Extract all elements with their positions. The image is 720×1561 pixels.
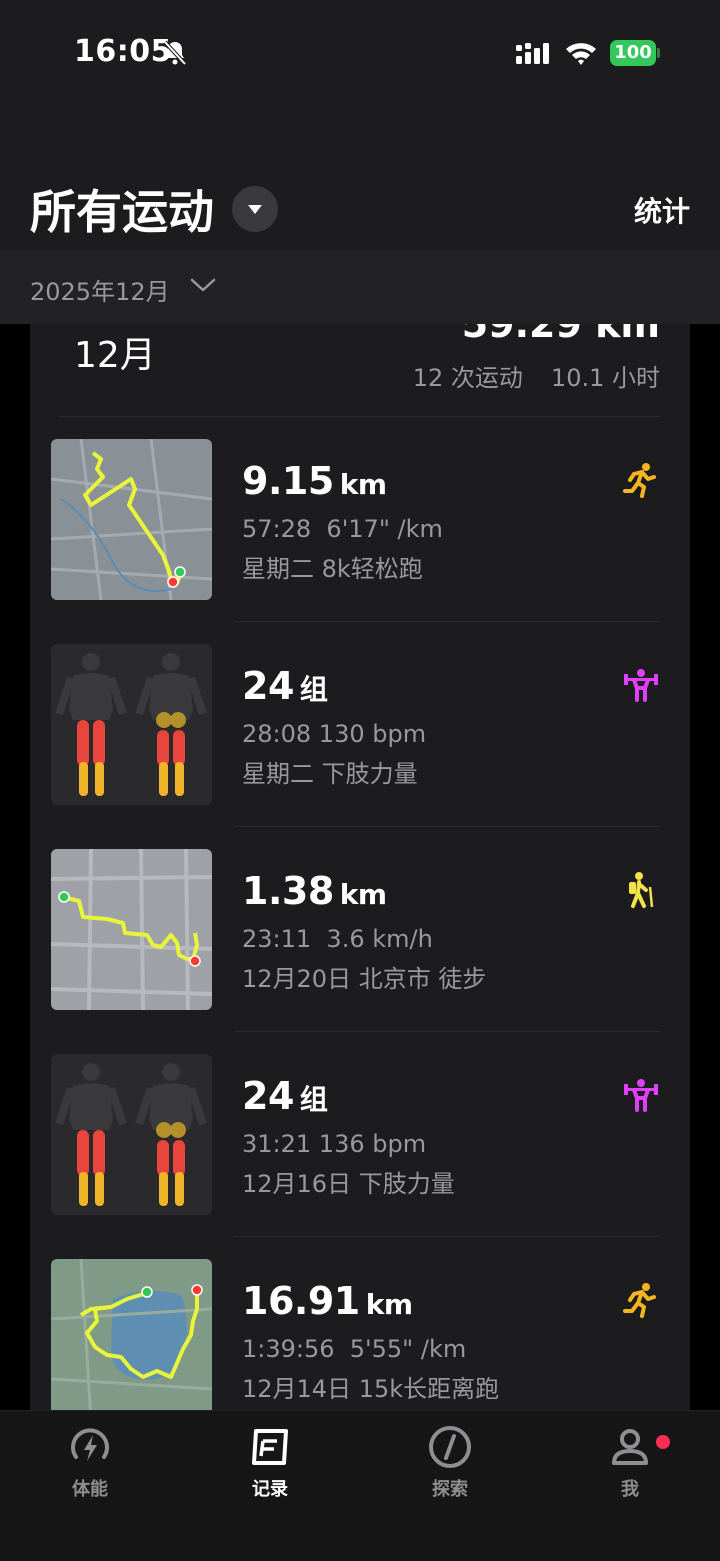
activity-description: 12月16日 下肢力量 xyxy=(242,1170,455,1198)
activity-unit: km xyxy=(365,1288,413,1321)
cellular-signal-icon xyxy=(516,43,549,64)
tab-profile[interactable]: 我 xyxy=(540,1411,720,1531)
activity-value: 24 xyxy=(242,664,294,708)
hiking-icon xyxy=(629,872,654,908)
summary-distance: 59.29 km xyxy=(461,324,660,346)
activity-value: 24 xyxy=(242,1074,294,1118)
bell-muted-icon xyxy=(163,40,187,66)
activity-unit: km xyxy=(339,878,387,911)
activity-description: 星期二 8k轻松跑 xyxy=(242,555,423,583)
summary-hours: 10.1 小时 xyxy=(550,364,660,392)
notification-badge xyxy=(656,1435,670,1449)
tab-label: 探索 xyxy=(432,1479,468,1500)
profile-icon xyxy=(612,1429,648,1465)
activity-main-value: 16.91 km xyxy=(242,1279,413,1323)
activity-main-value: 24 组 xyxy=(242,664,328,708)
tab-fitness[interactable]: 体能 xyxy=(0,1411,180,1531)
fitness-icon xyxy=(71,1428,109,1461)
summary-count: 12 次运动 xyxy=(412,364,523,392)
activity-value: 9.15 xyxy=(242,459,334,503)
activity-value: 1.38 xyxy=(242,869,334,913)
activity-row[interactable]: 1.38 km 23:11 3.6 km/h 12月20日 北京市 徒步 xyxy=(30,827,690,1032)
route-map-thumbnail xyxy=(51,439,212,600)
activity-detail: 23:11 3.6 km/h xyxy=(242,925,433,953)
activity-detail: 28:08 130 bpm xyxy=(242,720,427,748)
sport-filter-dropdown-button[interactable] xyxy=(232,186,278,232)
page-title[interactable]: 所有运动 xyxy=(30,176,214,242)
tab-label: 记录 xyxy=(252,1479,288,1500)
activity-main-value: 24 组 xyxy=(242,1074,328,1118)
battery-level: 100 xyxy=(610,40,656,66)
month-selector-label[interactable]: 2025年12月 xyxy=(30,272,170,307)
activity-unit: 组 xyxy=(299,1083,328,1116)
muscle-map-thumbnail xyxy=(51,644,212,805)
tab-records[interactable]: 记录 xyxy=(180,1411,360,1531)
activity-main-value: 9.15 km xyxy=(242,459,387,503)
running-icon xyxy=(623,463,656,498)
activity-detail: 57:28 6'17" /km xyxy=(242,515,443,543)
activity-list: 12月 59.29 km 12 次运动 10.1 小时 9.15 km 57:28 … xyxy=(30,324,690,1414)
page-header: 所有运动 统计 xyxy=(0,110,720,250)
battery-indicator: 100 xyxy=(610,40,660,66)
tab-explore[interactable]: 探索 xyxy=(360,1411,540,1531)
activity-description: 12月14日 15k长距离跑 xyxy=(242,1375,500,1403)
month-summary: 12月 59.29 km 12 次运动 10.1 小时 xyxy=(30,324,690,416)
wifi-icon xyxy=(566,43,596,65)
bottom-tab-bar: 体能 记录 探索 我 xyxy=(0,1410,720,1561)
activity-row[interactable]: 24 组 28:08 130 bpm 星期二 下肢力量 xyxy=(30,622,690,827)
summary-month: 12月 xyxy=(74,335,156,376)
activity-unit: km xyxy=(339,468,387,501)
status-time: 16:05 xyxy=(74,34,172,69)
route-map-thumbnail xyxy=(51,1259,212,1414)
tab-label: 体能 xyxy=(72,1479,108,1500)
activity-description: 12月20日 北京市 徒步 xyxy=(242,965,487,993)
running-icon xyxy=(623,1283,656,1318)
chevron-down-icon[interactable] xyxy=(190,276,216,294)
activity-row[interactable]: 24 组 31:21 136 bpm 12月16日 下肢力量 xyxy=(30,1032,690,1237)
app-screen: 16:05 100 所有运动 统计 2025年12月 12月 59.29 km … xyxy=(0,0,720,1561)
route-map-thumbnail xyxy=(51,849,212,1010)
records-icon xyxy=(252,1429,288,1465)
activity-row[interactable]: 9.15 km 57:28 6'17" /km 星期二 8k轻松跑 xyxy=(30,417,690,622)
activity-row[interactable]: 16.91 km 1:39:56 5'55" /km 12月14日 15k长距离跑 xyxy=(30,1237,690,1414)
status-bar: 16:05 100 xyxy=(0,0,720,110)
activity-unit: 组 xyxy=(299,673,328,706)
activity-description: 星期二 下肢力量 xyxy=(242,760,418,788)
compass-icon xyxy=(429,1426,471,1468)
muscle-map-thumbnail xyxy=(51,1054,212,1215)
activity-main-value: 1.38 km xyxy=(242,869,387,913)
weightlifting-icon xyxy=(624,1079,658,1112)
summary-meta: 12 次运动 10.1 小时 xyxy=(413,358,660,393)
activity-detail: 1:39:56 5'55" /km xyxy=(242,1335,467,1363)
weightlifting-icon xyxy=(624,669,658,702)
tab-label: 我 xyxy=(621,1479,639,1500)
activity-value: 16.91 xyxy=(242,1279,360,1323)
battery-tip xyxy=(657,48,660,58)
activity-detail: 31:21 136 bpm xyxy=(242,1130,427,1158)
stats-button[interactable]: 统计 xyxy=(634,190,690,230)
month-selector-bar[interactable]: 2025年12月 xyxy=(0,250,720,324)
